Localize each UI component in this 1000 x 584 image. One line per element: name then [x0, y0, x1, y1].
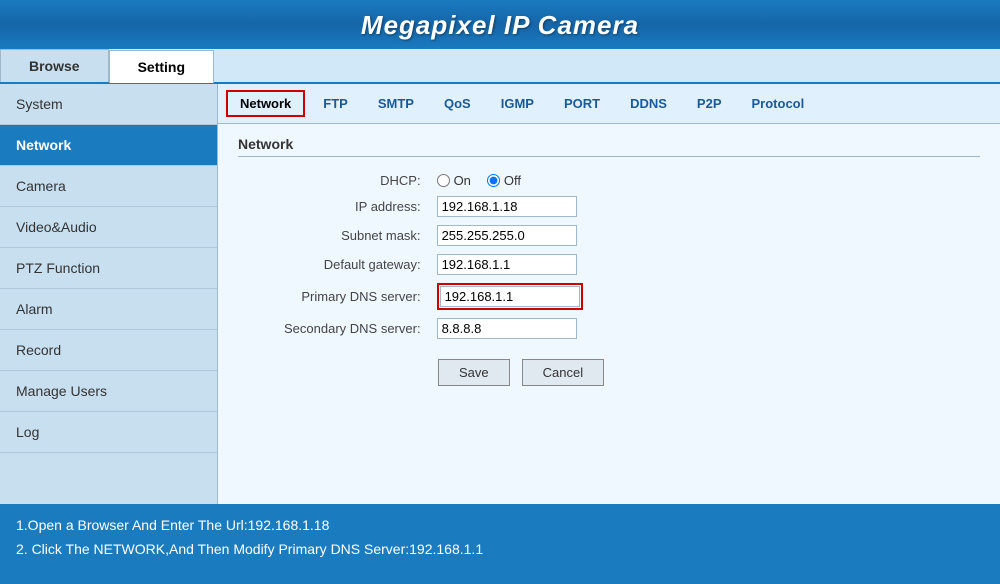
app-header: Megapixel IP Camera	[0, 0, 1000, 49]
dhcp-on-radio[interactable]	[437, 174, 450, 187]
main-area: System Network Camera Video&Audio PTZ Fu…	[0, 84, 1000, 504]
subnav-tab-p2p[interactable]: P2P	[685, 92, 734, 115]
subnet-input[interactable]	[437, 225, 577, 246]
dhcp-off-label: Off	[504, 173, 521, 188]
ip-row: IP address:	[278, 192, 589, 221]
sidebar-item-manage-users[interactable]: Manage Users	[0, 371, 217, 412]
sidebar: System Network Camera Video&Audio PTZ Fu…	[0, 84, 218, 504]
sidebar-item-video-audio[interactable]: Video&Audio	[0, 207, 217, 248]
footer-line1: 1.Open a Browser And Enter The Url:192.1…	[16, 514, 984, 538]
primary-dns-row: Primary DNS server:	[278, 279, 589, 314]
gateway-input[interactable]	[437, 254, 577, 275]
dhcp-options: On Off	[431, 169, 589, 192]
subnav-tab-smtp[interactable]: SMTP	[366, 92, 426, 115]
subnet-label: Subnet mask:	[278, 221, 431, 250]
dhcp-off-option[interactable]: Off	[487, 173, 521, 188]
subnav-tab-ftp[interactable]: FTP	[311, 92, 360, 115]
primary-dns-input[interactable]	[440, 286, 580, 307]
dhcp-off-radio[interactable]	[487, 174, 500, 187]
sidebar-item-camera[interactable]: Camera	[0, 166, 217, 207]
primary-dns-cell	[431, 279, 589, 314]
gateway-row: Default gateway:	[278, 250, 589, 279]
sidebar-item-log[interactable]: Log	[0, 412, 217, 453]
sidebar-item-alarm[interactable]: Alarm	[0, 289, 217, 330]
dhcp-on-label: On	[454, 173, 471, 188]
app-title: Megapixel IP Camera	[0, 10, 1000, 41]
tab-browse[interactable]: Browse	[0, 49, 109, 82]
subnav-bar: Network FTP SMTP QoS IGMP PORT DDNS P2P …	[218, 84, 1000, 124]
primary-dns-label: Primary DNS server:	[278, 279, 431, 314]
tab-setting[interactable]: Setting	[109, 50, 214, 83]
secondary-dns-input[interactable]	[437, 318, 577, 339]
form-actions: Save Cancel	[438, 359, 980, 386]
subnav-tab-protocol[interactable]: Protocol	[740, 92, 817, 115]
subnav-tab-qos[interactable]: QoS	[432, 92, 483, 115]
subnav-tab-port[interactable]: PORT	[552, 92, 612, 115]
secondary-dns-row: Secondary DNS server:	[278, 314, 589, 343]
subnav-tab-network[interactable]: Network	[226, 90, 305, 117]
sidebar-item-ptz-function[interactable]: PTZ Function	[0, 248, 217, 289]
dhcp-row: DHCP: On Off	[278, 169, 589, 192]
top-tab-bar: Browse Setting	[0, 49, 1000, 84]
dhcp-on-option[interactable]: On	[437, 173, 471, 188]
section-title: Network	[238, 136, 980, 157]
footer: 1.Open a Browser And Enter The Url:192.1…	[0, 504, 1000, 584]
content-panel: Network FTP SMTP QoS IGMP PORT DDNS P2P …	[218, 84, 1000, 504]
sidebar-item-network[interactable]: Network	[0, 125, 217, 166]
gateway-label: Default gateway:	[278, 250, 431, 279]
network-settings-body: Network DHCP: On Off	[218, 124, 1000, 398]
ip-input[interactable]	[437, 196, 577, 217]
subnav-tab-ddns[interactable]: DDNS	[618, 92, 679, 115]
cancel-button[interactable]: Cancel	[522, 359, 604, 386]
footer-line2: 2. Click The NETWORK,And Then Modify Pri…	[16, 538, 984, 562]
save-button[interactable]: Save	[438, 359, 510, 386]
sidebar-item-system[interactable]: System	[0, 84, 217, 125]
subnav-tab-igmp[interactable]: IGMP	[489, 92, 546, 115]
secondary-dns-label: Secondary DNS server:	[278, 314, 431, 343]
network-form: DHCP: On Off	[278, 169, 589, 343]
subnet-row: Subnet mask:	[278, 221, 589, 250]
sidebar-item-record[interactable]: Record	[0, 330, 217, 371]
ip-label: IP address:	[278, 192, 431, 221]
dhcp-label: DHCP:	[278, 169, 431, 192]
